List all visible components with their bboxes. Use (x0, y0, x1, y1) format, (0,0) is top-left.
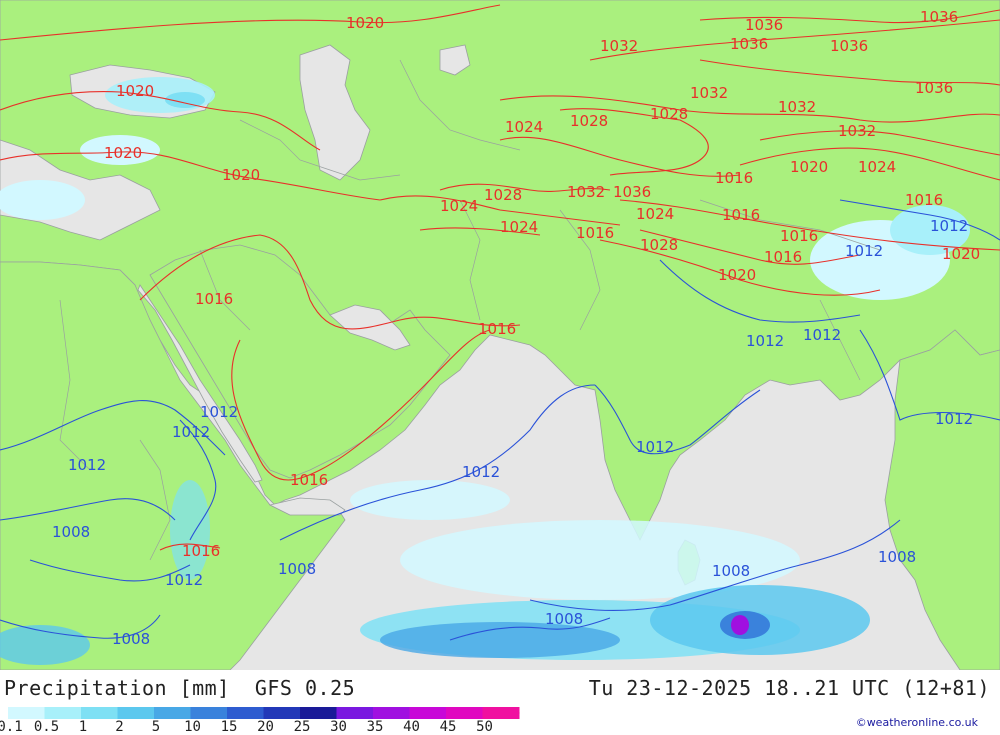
legend-color-segment (263, 707, 301, 719)
legend-color-segment (117, 707, 155, 719)
isobar-label: 1020 (222, 166, 260, 184)
isobar-label: 1016 (722, 206, 760, 224)
isobar-label: 1012 (935, 410, 973, 428)
isobar-label: 1008 (112, 630, 150, 648)
isobar-label: 1028 (640, 236, 678, 254)
precipitation-legend-bar (8, 707, 520, 719)
isobar-label: 1016 (182, 542, 220, 560)
isobar-label: 1012 (746, 332, 784, 350)
isobar-label: 1012 (803, 326, 841, 344)
isobar-label: 1016 (195, 290, 233, 308)
isobar-label: 1020 (718, 266, 756, 284)
isobar-label: 1024 (858, 158, 896, 176)
isobar-label: 1032 (690, 84, 728, 102)
isobar-label: 1036 (613, 183, 651, 201)
legend-color-segment (336, 707, 374, 719)
precipitation-map: 1020 1020 1020 1020 1032 1036 1036 1036 … (0, 0, 1000, 670)
isobar-label: 1020 (346, 14, 384, 32)
isobar-label: 1032 (600, 37, 638, 55)
isobar-label: 1012 (636, 438, 674, 456)
credit-text: ©weatheronline.co.uk (855, 716, 978, 729)
isobar-label: 1032 (567, 183, 605, 201)
isobar-label: 1008 (878, 548, 916, 566)
legend-color-segment (190, 707, 228, 719)
isobar-label: 1020 (790, 158, 828, 176)
isobar-label: 1028 (570, 112, 608, 130)
legend-color-segment (446, 707, 483, 719)
isobar-label: 1020 (116, 82, 154, 100)
isobar-label: 1028 (484, 186, 522, 204)
isobar-label: 1012 (462, 463, 500, 481)
isobar-label: 1008 (545, 610, 583, 628)
legend-color-segment (409, 707, 447, 719)
isobar-label: 1036 (920, 8, 958, 26)
isobar-label: 1012 (165, 571, 203, 589)
isobar-label: 1036 (730, 35, 768, 53)
isobar-label: 1024 (500, 218, 538, 236)
isobar-label: 1008 (278, 560, 316, 578)
isobar-labels-high-extra: 1016 (182, 542, 220, 560)
isobar-label: 1012 (930, 217, 968, 235)
isobar-label: 1032 (778, 98, 816, 116)
isobar-label: 1016 (764, 248, 802, 266)
legend-color-segment (227, 707, 264, 719)
isobar-label: 1028 (650, 105, 688, 123)
isobar-label: 1012 (172, 423, 210, 441)
legend-color-segment (300, 707, 337, 719)
isobar-label: 1016 (715, 169, 753, 187)
isobar-label: 1024 (440, 197, 478, 215)
isobar-label: 1016 (576, 224, 614, 242)
legend-color-segment (81, 707, 118, 719)
isobar-label: 1020 (104, 144, 142, 162)
isobar-label: 1012 (845, 242, 883, 260)
isobar-label: 1024 (505, 118, 543, 136)
isobar-label: 1012 (200, 403, 238, 421)
isobar-label: 1016 (780, 227, 818, 245)
isobar-label: 1036 (830, 37, 868, 55)
isobar-label: 1032 (838, 122, 876, 140)
isobar-label: 1036 (745, 16, 783, 34)
isobar-label: 1020 (942, 245, 980, 263)
forecast-time: Tu 23-12-2025 18..21 UTC (12+81) (588, 676, 990, 700)
isobar-label: 1016 (290, 471, 328, 489)
isobar-label: 1024 (636, 205, 674, 223)
legend-color-segment (8, 707, 45, 719)
isobar-label: 1016 (905, 191, 943, 209)
map-title: Precipitation [mm] GFS 0.25 (4, 676, 356, 700)
isobar-label: 1012 (68, 456, 106, 474)
isobar-label: 1008 (712, 562, 750, 580)
isobar-label: 1036 (915, 79, 953, 97)
legend-color-segment (373, 707, 410, 719)
legend-color-segment (154, 707, 191, 719)
legend-color-segment (44, 707, 82, 719)
isobar-label: 1016 (478, 320, 516, 338)
isobar-label: 1008 (52, 523, 90, 541)
